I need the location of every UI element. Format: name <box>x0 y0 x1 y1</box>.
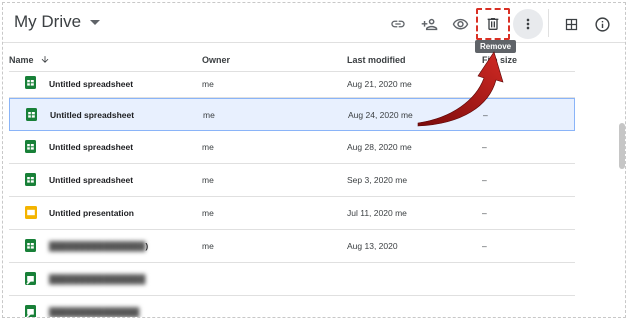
file-row[interactable]: Untitled presentation me Jul 11, 2020 me… <box>9 197 575 230</box>
file-size: – <box>482 208 487 218</box>
last-modified-column-header[interactable]: Last modified <box>347 55 406 65</box>
file-owner: me <box>202 79 214 89</box>
file-modified: Aug 28, 2020 me <box>347 142 412 152</box>
link-icon <box>391 20 405 28</box>
drive-window: My Drive Remove Name Owner Last modified… <box>2 2 626 318</box>
name-column-header[interactable]: Name <box>9 55 34 65</box>
file-name: Untitled spreadsheet <box>49 79 134 89</box>
more-actions-button[interactable] <box>513 9 543 39</box>
slides-file-icon <box>25 206 37 219</box>
file-owner: me <box>202 241 214 251</box>
get-link-button[interactable] <box>383 9 413 39</box>
file-size-column-header: File size <box>482 55 518 65</box>
trash-icon <box>487 18 499 30</box>
file-modified: Aug 13, 2020 <box>347 241 398 251</box>
redacted-text: ████████████████ <box>49 274 146 284</box>
more-vert-icon <box>526 18 530 30</box>
file-row[interactable]: Untitled spreadsheet me Aug 28, 2020 me … <box>9 131 575 164</box>
remove-button[interactable] <box>478 9 508 39</box>
file-size: – <box>482 241 487 251</box>
file-name: Untitled spreadsheet <box>49 175 134 185</box>
header-bar: My Drive <box>3 3 625 43</box>
sheets-file-icon <box>25 76 36 89</box>
file-size: – <box>482 175 487 185</box>
shortcut-file-icon <box>25 272 36 285</box>
sheets-file-icon <box>26 108 37 121</box>
owner-column-header: Owner <box>202 55 231 65</box>
file-row-selected[interactable]: Untitled spreadsheet me Aug 24, 2020 me … <box>9 98 575 131</box>
file-owner: me <box>202 175 214 185</box>
add-person-icon <box>421 18 437 30</box>
file-modified: Aug 24, 2020 me <box>348 110 413 120</box>
shortcut-file-icon <box>25 305 36 317</box>
file-modified: Jul 11, 2020 me <box>347 208 407 218</box>
file-modified: Sep 3, 2020 me <box>347 175 408 185</box>
details-grid-icon <box>565 18 577 30</box>
sort-down-arrow-icon[interactable] <box>40 54 50 65</box>
file-row[interactable]: Untitled spreadsheet me Sep 3, 2020 me – <box>9 164 575 197</box>
share-button[interactable] <box>414 9 444 39</box>
redacted-text: ███████████████ <box>49 307 140 317</box>
file-name-redacted: ████████████████ <box>49 274 145 284</box>
layout-toggle-button[interactable] <box>556 9 586 39</box>
file-row[interactable]: ███████████████ <box>9 296 575 317</box>
page-title: My Drive <box>14 12 82 31</box>
info-icon <box>594 16 610 32</box>
scrollbar-thumb[interactable] <box>619 123 625 169</box>
file-modified: Aug 21, 2020 me <box>347 79 412 89</box>
sheets-file-icon <box>25 140 36 153</box>
view-details-button[interactable] <box>587 9 617 39</box>
caret-down-icon <box>90 19 101 25</box>
preview-button[interactable] <box>445 9 475 39</box>
my-drive-dropdown[interactable]: My Drive <box>14 12 101 32</box>
file-name-redacted: ████████████████) <box>49 241 149 251</box>
sheets-file-icon <box>25 239 36 252</box>
sheets-file-icon <box>25 173 36 186</box>
remove-tooltip: Remove <box>475 40 517 53</box>
file-name: Untitled presentation <box>49 208 135 218</box>
file-size: – <box>482 142 487 152</box>
file-name: Untitled spreadsheet <box>50 110 135 120</box>
file-size: – <box>483 110 488 120</box>
redacted-text: ████████████████ <box>49 241 146 251</box>
file-name: Untitled spreadsheet <box>49 142 134 152</box>
file-row[interactable]: Untitled spreadsheet me Aug 21, 2020 me <box>9 72 575 98</box>
file-row[interactable]: ████████████████ <box>9 263 575 296</box>
file-owner: me <box>202 142 214 152</box>
toolbar-divider <box>548 9 549 37</box>
file-name-redacted: ███████████████ <box>49 307 139 317</box>
file-row[interactable]: ████████████████) me Aug 13, 2020 – <box>9 230 575 263</box>
file-owner: me <box>202 208 214 218</box>
vertical-scrollbar[interactable] <box>619 45 625 317</box>
file-owner: me <box>203 110 215 120</box>
preview-eye-icon <box>452 18 468 29</box>
